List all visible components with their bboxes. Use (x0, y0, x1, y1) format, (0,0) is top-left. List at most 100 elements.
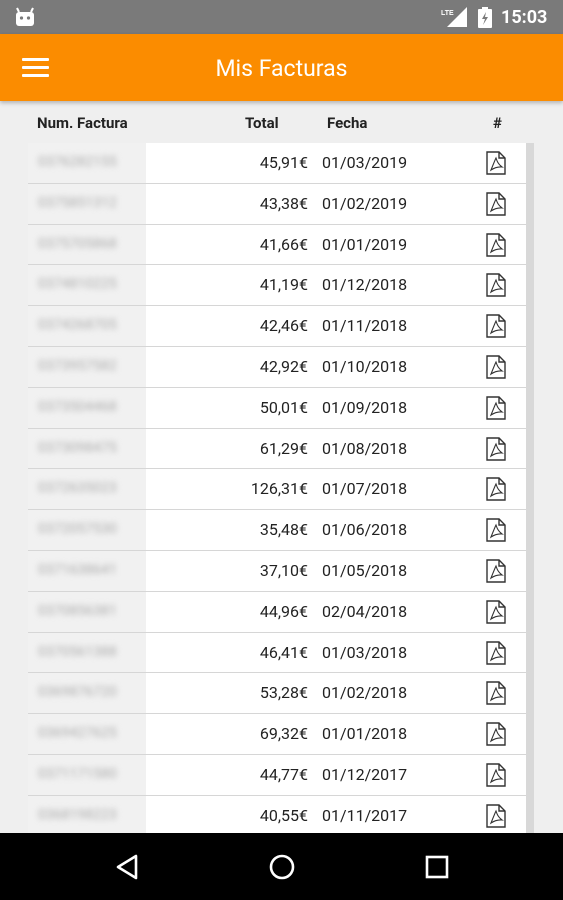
invoice-total: 40,55€ (259, 805, 308, 825)
status-bar: LTE 15:03 (0, 0, 563, 34)
pdf-file-icon[interactable] (485, 681, 507, 706)
pdf-file-icon[interactable] (485, 804, 507, 828)
invoice-row[interactable]: 0374810225 41,19€ 01/12/2018 (28, 265, 526, 307)
network-type-label: LTE (441, 10, 454, 17)
battery-icon (478, 7, 492, 28)
invoice-number-cell: 0375851312 (28, 183, 146, 224)
pdf-file-icon[interactable] (485, 232, 507, 257)
invoice-number-cell: 0371638641 (28, 550, 146, 591)
invoice-number: 0375705868 (38, 235, 117, 252)
invoice-number: 0372635023 (38, 480, 117, 497)
invoice-row[interactable]: 0373098475 61,29€ 01/08/2018 (28, 428, 526, 470)
invoice-number: 0368198223 (38, 806, 117, 823)
invoice-date: 01/08/2018 (322, 438, 408, 458)
android-notification-icon (16, 7, 34, 26)
invoice-total: 69,32€ (259, 724, 308, 744)
invoice-date: 01/02/2018 (322, 683, 408, 703)
scrollbar[interactable] (526, 143, 534, 833)
invoice-number: 0374810225 (38, 276, 117, 293)
invoice-total: 35,48€ (259, 520, 308, 540)
invoice-total: 42,92€ (259, 356, 308, 376)
header-fecha: Fecha (327, 114, 368, 132)
invoice-date: 02/04/2018 (322, 601, 408, 621)
pdf-file-icon[interactable] (485, 396, 507, 420)
invoice-row[interactable]: 0376282155 45,91€ 01/03/2019 (28, 143, 526, 184)
lte-signal-icon: LTE (441, 7, 467, 27)
app-bar: Mis Facturas (0, 34, 563, 101)
invoice-number: 0369427625 (38, 725, 117, 742)
pdf-file-icon[interactable] (485, 640, 507, 665)
invoice-number-cell: 0370856381 (28, 591, 146, 632)
invoice-date: 01/05/2018 (322, 560, 408, 580)
invoice-date: 01/12/2018 (322, 275, 408, 295)
invoice-number-cell: 0375705868 (28, 224, 146, 265)
pdf-file-icon[interactable] (485, 600, 507, 624)
recents-square-icon[interactable] (423, 853, 451, 881)
invoice-date: 01/11/2017 (322, 805, 408, 825)
pdf-file-icon[interactable] (485, 436, 507, 461)
home-circle-icon[interactable] (268, 853, 296, 881)
back-triangle-icon[interactable] (114, 853, 142, 881)
invoice-date: 01/12/2017 (322, 764, 408, 784)
pdf-file-icon[interactable] (485, 518, 507, 542)
invoice-total: 46,41€ (259, 642, 308, 662)
invoice-row[interactable]: 0368198223 40,55€ 01/11/2017 (28, 795, 526, 833)
invoice-date: 01/07/2018 (322, 479, 408, 499)
invoice-row[interactable]: 0370561388 46,41€ 01/03/2018 (28, 632, 526, 674)
invoice-number: 0373504468 (38, 398, 117, 415)
invoice-number: 0370561388 (38, 643, 117, 660)
invoice-row[interactable]: 0371638641 37,10€ 01/05/2018 (28, 550, 526, 592)
pdf-file-icon[interactable] (485, 273, 507, 298)
invoice-number: 0373957582 (38, 357, 117, 374)
invoice-row[interactable]: 0371171580 44,77€ 01/12/2017 (28, 754, 526, 796)
invoice-total: 41,66€ (259, 234, 308, 254)
invoice-row[interactable]: 0375705868 41,66€ 01/01/2019 (28, 224, 526, 266)
invoice-total: 42,46€ (259, 316, 308, 336)
invoice-row[interactable]: 0372057530 35,48€ 01/06/2018 (28, 510, 526, 551)
pdf-file-icon[interactable] (485, 559, 507, 583)
invoice-number: 0371638641 (38, 561, 117, 578)
invoice-number-cell: 0373098475 (28, 428, 146, 469)
invoice-date: 01/10/2018 (322, 356, 408, 376)
invoice-row[interactable]: 0375851312 43,38€ 01/02/2019 (28, 183, 526, 225)
invoice-date: 01/02/2019 (322, 193, 408, 213)
invoice-total: 50,01€ (259, 397, 308, 417)
invoice-row[interactable]: 0373504468 50,01€ 01/09/2018 (28, 387, 526, 429)
pdf-file-icon[interactable] (485, 722, 507, 746)
invoice-number-cell: 0373957582 (28, 346, 146, 387)
invoice-list[interactable]: 0376282155 45,91€ 01/03/2019 0375851312 43,3… (28, 143, 526, 833)
header-hash: # (493, 114, 502, 132)
pdf-file-icon[interactable] (485, 477, 507, 502)
invoice-number-cell: 0372635023 (28, 469, 146, 510)
invoice-row[interactable]: 0372635023 126,31€ 01/07/2018 (28, 469, 526, 511)
invoice-row[interactable]: 0373957582 42,92€ 01/10/2018 (28, 346, 526, 388)
navigation-bar (0, 833, 563, 900)
invoice-number-cell: 0370561388 (28, 632, 146, 673)
invoice-total: 41,19€ (259, 275, 308, 295)
pdf-file-icon[interactable] (485, 314, 507, 338)
invoice-number-cell: 0369427625 (28, 714, 146, 754)
invoice-date: 01/09/2018 (322, 397, 408, 417)
pdf-file-icon[interactable] (485, 151, 507, 175)
invoice-row[interactable]: 0369427625 69,32€ 01/01/2018 (28, 714, 526, 755)
header-num-factura: Num. Factura (37, 114, 128, 132)
invoice-number: 0375851312 (38, 194, 117, 211)
invoice-number-cell: 0371171580 (28, 754, 146, 795)
pdf-file-icon[interactable] (485, 192, 507, 216)
invoice-number-cell: 0374810225 (28, 265, 146, 306)
table-header: Num. Factura Total Fecha # (28, 101, 526, 143)
status-time: 15:03 (501, 7, 548, 28)
invoice-row[interactable]: 0374268705 42,46€ 01/11/2018 (28, 306, 526, 347)
invoice-number: 0370856381 (38, 602, 117, 619)
invoice-row[interactable]: 0369876720 53,28€ 01/02/2018 (28, 673, 526, 715)
pdf-file-icon[interactable] (485, 355, 507, 379)
invoice-total: 37,10€ (259, 560, 308, 580)
invoice-number-cell: 0368198223 (28, 795, 146, 833)
invoice-number-cell: 0369876720 (28, 673, 146, 714)
invoice-date: 01/03/2018 (322, 642, 408, 662)
invoice-date: 01/06/2018 (322, 520, 408, 540)
invoice-date: 01/01/2019 (322, 234, 408, 254)
invoice-row[interactable]: 0370856381 44,96€ 02/04/2018 (28, 591, 526, 633)
pdf-file-icon[interactable] (485, 763, 507, 787)
invoice-total: 44,77€ (259, 764, 308, 784)
